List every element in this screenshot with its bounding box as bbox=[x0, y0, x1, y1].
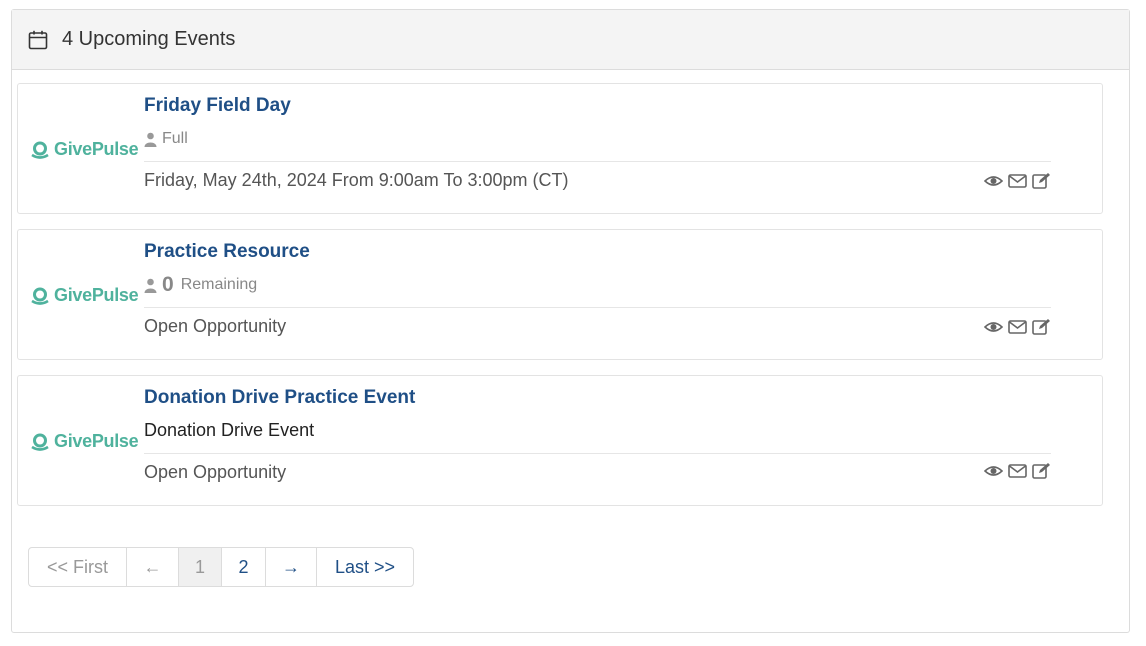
user-icon bbox=[144, 132, 157, 147]
givepulse-logo: GivePulse bbox=[30, 431, 139, 452]
page-prev-button[interactable]: ← bbox=[127, 548, 179, 586]
envelope-icon[interactable] bbox=[1008, 172, 1027, 190]
logo-text: GivePulse bbox=[54, 285, 139, 305]
event-title-link[interactable]: Friday Field Day bbox=[144, 95, 291, 117]
event-actions bbox=[984, 318, 1051, 336]
edit-icon[interactable] bbox=[1032, 462, 1051, 480]
givepulse-logo: GivePulse bbox=[30, 139, 139, 160]
user-icon bbox=[144, 278, 157, 293]
page-last-button[interactable]: Last >> bbox=[317, 548, 413, 586]
event-title-link[interactable]: Practice Resource bbox=[144, 241, 310, 263]
page-first-button[interactable]: << First bbox=[29, 548, 127, 586]
divider bbox=[144, 453, 1051, 454]
page-next-button[interactable]: → bbox=[266, 548, 317, 586]
event-capacity: Full bbox=[144, 130, 188, 148]
event-description: Donation Drive Event bbox=[144, 420, 315, 440]
event-actions bbox=[984, 462, 1051, 480]
divider bbox=[144, 161, 1051, 162]
calendar-icon bbox=[28, 30, 48, 50]
capacity-label: Full bbox=[162, 130, 188, 147]
envelope-icon[interactable] bbox=[1008, 318, 1027, 336]
edit-icon[interactable] bbox=[1032, 318, 1051, 336]
event-date: Friday, May 24th, 2024 From 9:00am To 3:… bbox=[144, 170, 569, 190]
panel-header: 4 Upcoming Events bbox=[12, 10, 1129, 70]
page-1-button[interactable]: 1 bbox=[179, 548, 222, 586]
logo-text: GivePulse bbox=[54, 431, 139, 451]
eye-icon[interactable] bbox=[984, 462, 1003, 480]
event-card: GivePulse Donation Drive Practice Event … bbox=[17, 375, 1103, 506]
divider bbox=[144, 307, 1051, 308]
envelope-icon[interactable] bbox=[1008, 462, 1027, 480]
remaining-count: 0 bbox=[162, 273, 174, 296]
event-card: GivePulse Practice Resource 0 Remaining … bbox=[17, 229, 1103, 360]
edit-icon[interactable] bbox=[1032, 172, 1051, 190]
event-capacity: 0 Remaining bbox=[144, 273, 257, 297]
event-date: Open Opportunity bbox=[144, 316, 287, 336]
capacity-label: Remaining bbox=[180, 276, 258, 293]
event-actions bbox=[984, 172, 1051, 190]
logo-text: GivePulse bbox=[54, 139, 139, 159]
page-2-button[interactable]: 2 bbox=[222, 548, 266, 586]
eye-icon[interactable] bbox=[984, 172, 1003, 190]
panel-title: 4 Upcoming Events bbox=[62, 28, 236, 50]
event-card: GivePulse Friday Field Day Full Friday, … bbox=[17, 83, 1103, 214]
givepulse-logo: GivePulse bbox=[30, 285, 139, 306]
event-title-link[interactable]: Donation Drive Practice Event bbox=[144, 387, 415, 409]
eye-icon[interactable] bbox=[984, 318, 1003, 336]
event-date: Open Opportunity bbox=[144, 462, 287, 482]
pagination: << First ← 1 2 → Last >> bbox=[28, 547, 414, 587]
